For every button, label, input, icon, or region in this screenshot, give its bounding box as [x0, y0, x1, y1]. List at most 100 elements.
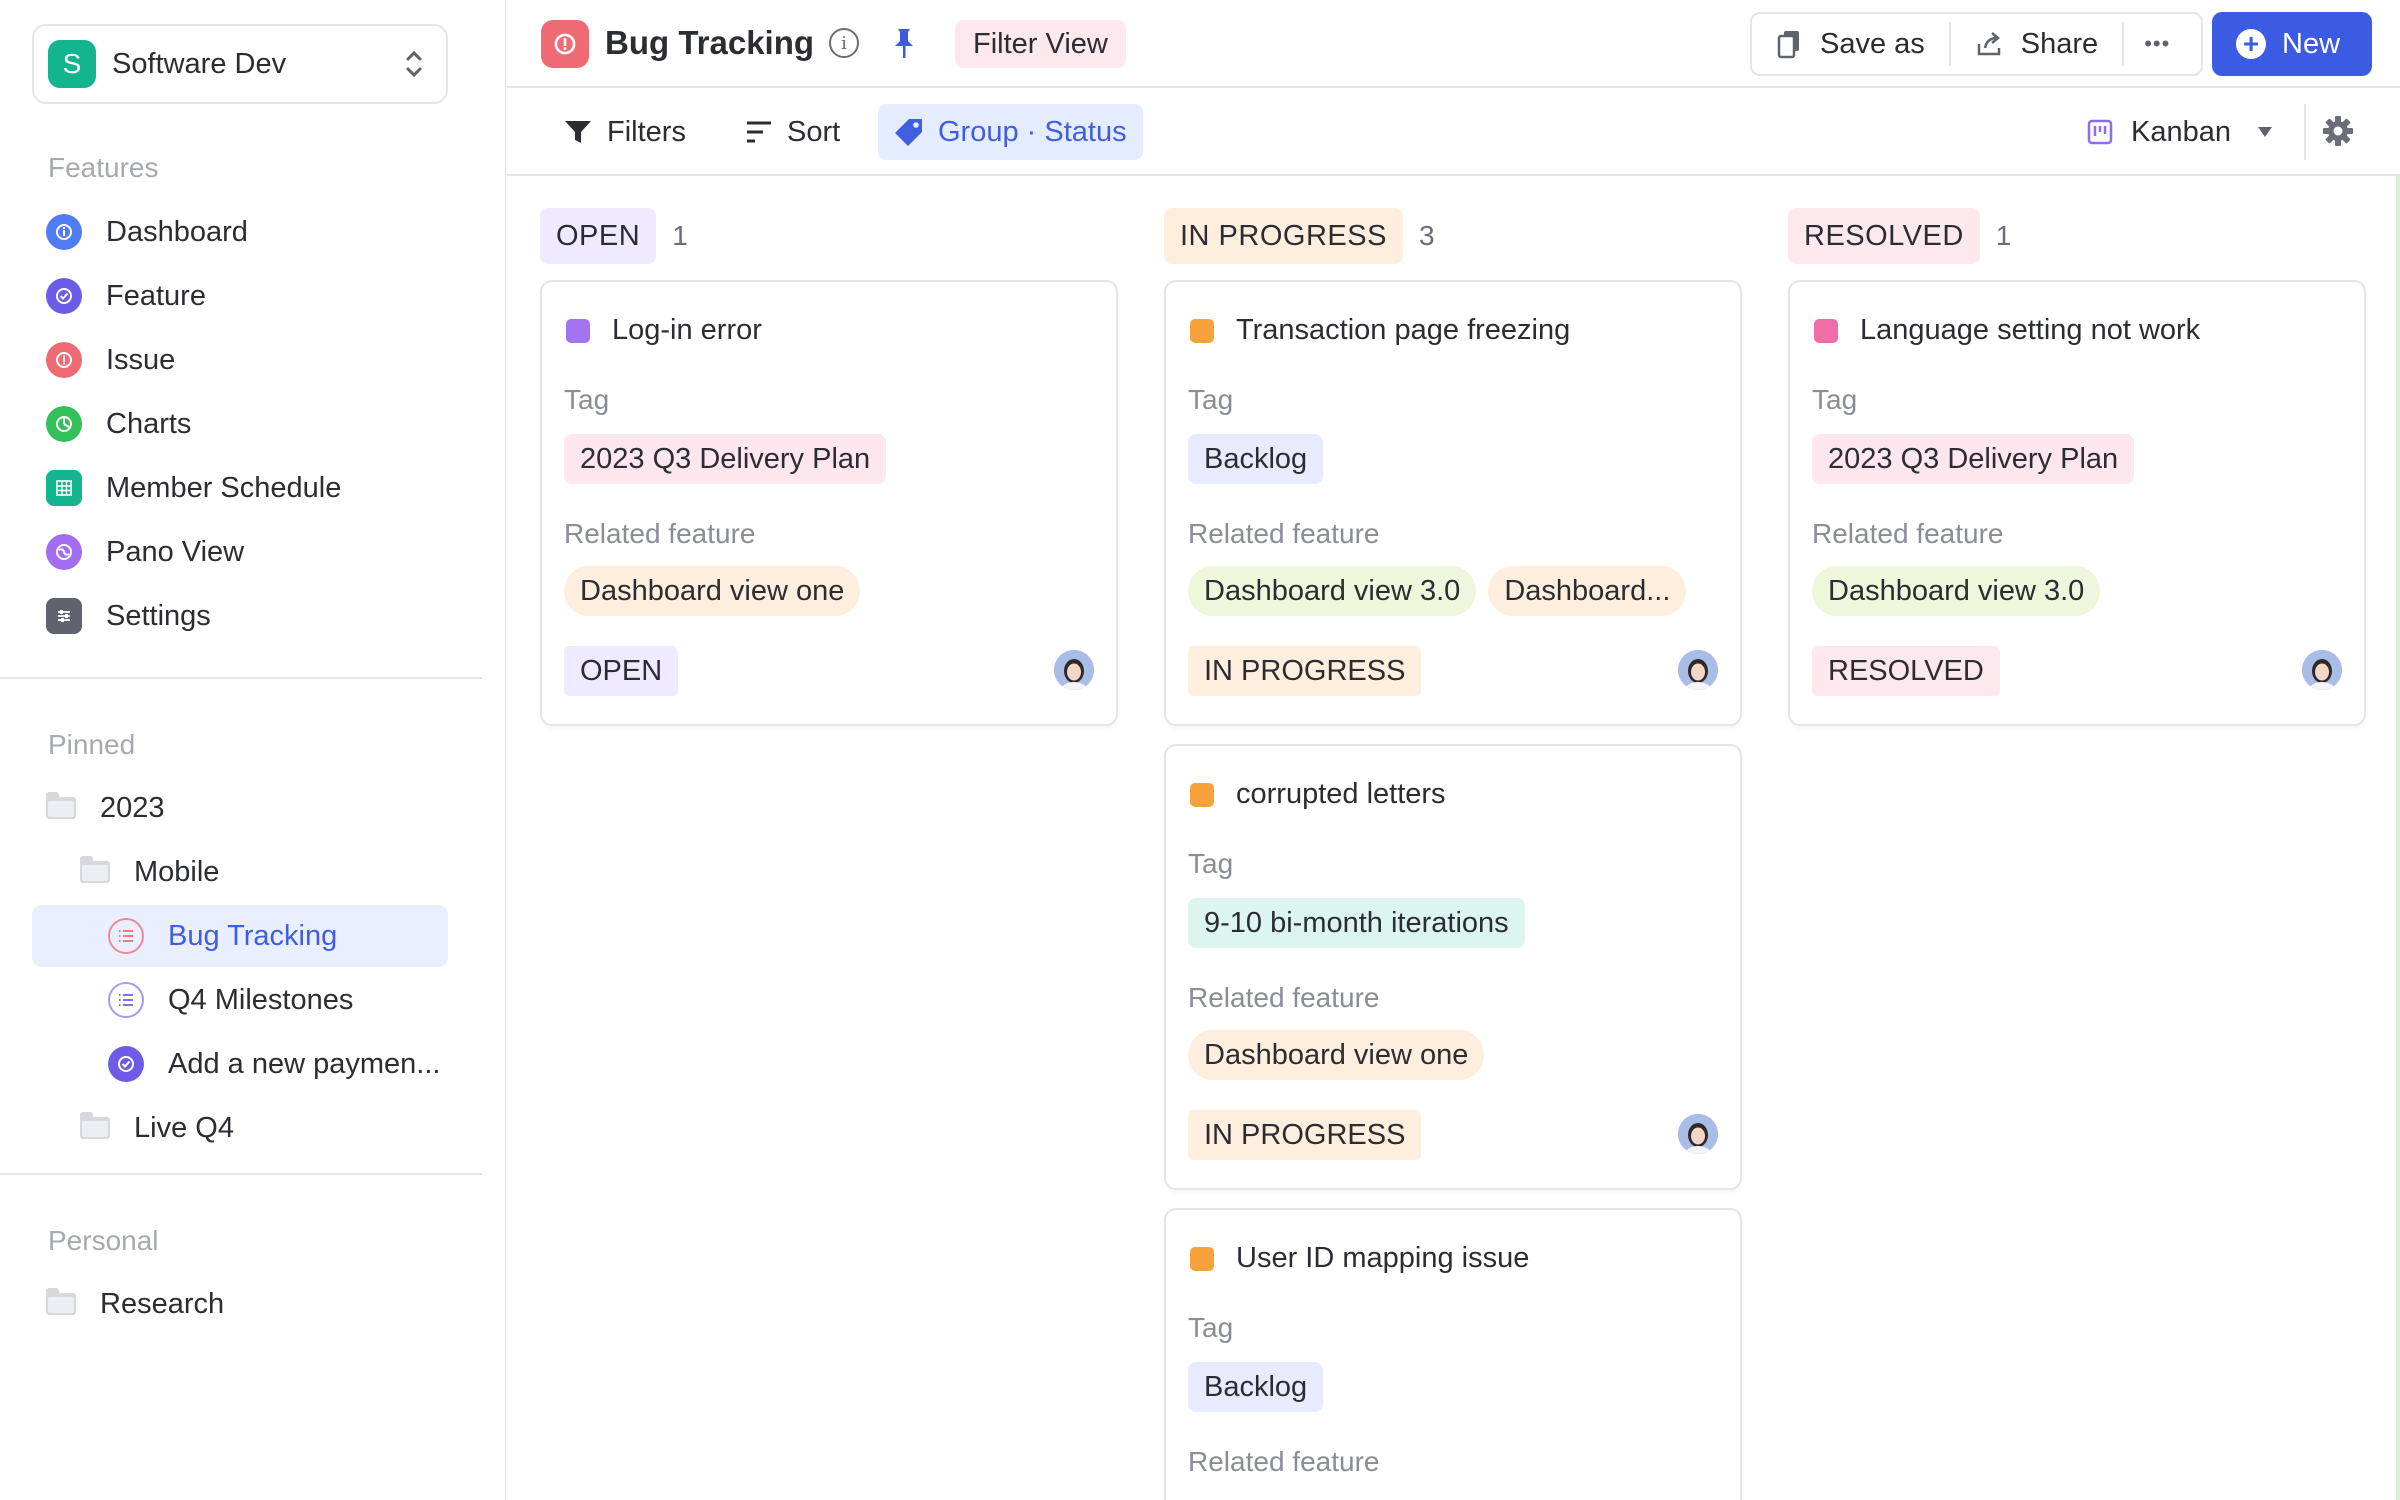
related-feature-chip[interactable]: Dashboard view one [564, 566, 861, 616]
sort-button[interactable]: Sort [729, 104, 856, 160]
issue-card[interactable]: User ID mapping issue Tag Backlog Relate… [1164, 1208, 1742, 1500]
workspace-switcher[interactable]: S Software Dev [32, 24, 448, 104]
more-options-button[interactable]: ••• [2124, 14, 2190, 74]
related-feature-chip[interactable]: Dashboard view 3.0 [1812, 566, 2101, 616]
sidebar-item-label: Live Q4 [134, 1111, 234, 1144]
tag-field-label: Tag [1188, 384, 1234, 415]
issue-card[interactable]: corrupted letters Tag 9-10 bi-month iter… [1164, 744, 1742, 1190]
tag-chip[interactable]: 2023 Q3 Delivery Plan [564, 434, 887, 484]
avatar[interactable] [1678, 1114, 1718, 1154]
folder-icon [80, 1112, 110, 1139]
tag-chips: Backlog [1188, 1362, 1324, 1412]
sidebar-item-issue[interactable]: Issue [32, 329, 448, 391]
feature-icon [108, 1046, 144, 1082]
sidebar-item-label: Dashboard [106, 215, 248, 248]
list-doc-icon [108, 982, 144, 1018]
status-color-dot [1190, 1246, 1214, 1271]
related-feature-label: Related feature [1188, 1446, 1380, 1477]
related-feature-label: Related feature [1812, 518, 2004, 549]
column-count: 1 [1995, 220, 2012, 251]
tag-chip[interactable]: Backlog [1188, 434, 1324, 484]
caret-down-icon [2257, 126, 2273, 138]
tag-chip[interactable]: 2023 Q3 Delivery Plan [1812, 434, 2135, 484]
sidebar-item-label: 2023 [100, 791, 165, 824]
sidebar-item-label: Q4 Milestones [168, 983, 354, 1016]
related-feature-chips: Dashboard view 3.0 [1812, 566, 2101, 616]
sidebar-item-settings[interactable]: Settings [32, 585, 448, 647]
sidebar-item-add-payment[interactable]: Add a new paymen... [32, 1033, 448, 1095]
view-type-label: Kanban [2131, 115, 2231, 148]
tag-chips: 2023 Q3 Delivery Plan [564, 434, 887, 484]
settings-icon [46, 598, 82, 634]
card-title: Language setting not work [1814, 314, 2200, 347]
sidebar-item-folder-research[interactable]: Research [32, 1273, 448, 1335]
sidebar-item-member-schedule[interactable]: Member Schedule [32, 457, 448, 519]
list-doc-icon [108, 918, 144, 954]
tag-chips: 9-10 bi-month iterations [1188, 898, 1525, 948]
card-title: User ID mapping issue [1190, 1242, 1529, 1275]
related-feature-label: Related feature [1188, 982, 1380, 1013]
related-feature-chip[interactable]: Dashboard... [1488, 566, 1687, 616]
sidebar-item-label: Research [100, 1287, 225, 1320]
info-icon[interactable]: i [829, 28, 859, 58]
chevron-up-down-icon [402, 46, 426, 82]
workspace-name: Software Dev [112, 47, 287, 80]
sidebar-item-bug-tracking[interactable]: Bug Tracking [32, 905, 448, 967]
sidebar-divider [0, 677, 482, 679]
plus-icon: + [2236, 29, 2266, 59]
sidebar-item-charts[interactable]: Charts [32, 393, 448, 455]
column-status-badge: OPEN [540, 208, 657, 264]
share-label: Share [2020, 27, 2099, 60]
filter-view-badge[interactable]: Filter View [955, 20, 1126, 68]
sidebar-item-feature[interactable]: Feature [32, 265, 448, 327]
avatar[interactable] [1678, 650, 1718, 690]
next-column-edge [2396, 176, 2400, 1500]
card-title-text: Language setting not work [1860, 314, 2201, 346]
schedule-icon [46, 470, 82, 506]
new-button-label: New [2282, 27, 2341, 60]
column-header: OPEN 1 [540, 208, 688, 264]
share-button[interactable]: Share [1951, 14, 2122, 74]
issue-icon [46, 342, 82, 378]
card-title-text: Transaction page freezing [1236, 314, 1571, 346]
issue-icon [541, 20, 589, 68]
pin-icon[interactable] [887, 26, 921, 62]
issue-card[interactable]: Transaction page freezing Tag Backlog Re… [1164, 280, 1742, 726]
sidebar-divider [0, 1173, 482, 1175]
sidebar-item-folder-2023[interactable]: 2023 [32, 777, 448, 839]
tag-chip[interactable]: 9-10 bi-month iterations [1188, 898, 1525, 948]
filters-label: Filters [607, 115, 686, 148]
status-color-dot [1190, 318, 1214, 343]
column-status-badge: IN PROGRESS [1164, 208, 1403, 264]
filter-icon [563, 118, 607, 146]
sidebar-item-folder-live-q4[interactable]: Live Q4 [32, 1097, 448, 1159]
gear-icon[interactable] [2321, 114, 2357, 150]
card-title: Transaction page freezing [1190, 314, 1570, 347]
copy-icon [1776, 29, 1802, 59]
sidebar-item-dashboard[interactable]: Dashboard [32, 201, 448, 263]
related-feature-label: Related feature [1188, 518, 1380, 549]
sidebar-item-pano-view[interactable]: Pano View [32, 521, 448, 583]
issue-card[interactable]: Log-in error Tag 2023 Q3 Delivery Plan R… [540, 280, 1118, 726]
page-header: Bug Tracking i Filter View Save as Share… [507, 0, 2400, 88]
related-feature-chip[interactable]: Dashboard view one [1188, 1030, 1485, 1080]
tag-chip[interactable]: Backlog [1188, 1362, 1324, 1412]
new-button[interactable]: + New [2212, 12, 2372, 76]
filters-button[interactable]: Filters [547, 104, 702, 160]
sidebar-item-folder-mobile[interactable]: Mobile [32, 841, 448, 903]
save-as-button[interactable]: Save as [1752, 14, 1949, 74]
card-title-text: User ID mapping issue [1236, 1242, 1530, 1274]
folder-icon [46, 792, 76, 819]
column-header: IN PROGRESS 3 [1164, 208, 1435, 264]
issue-card[interactable]: Language setting not work Tag 2023 Q3 De… [1788, 280, 2366, 726]
tag-field-label: Tag [564, 384, 610, 415]
related-feature-chip[interactable]: Dashboard view 3.0 [1188, 566, 1477, 616]
group-by-status-button[interactable]: Group · Status [878, 104, 1143, 160]
avatar[interactable] [2302, 650, 2342, 690]
features-section-title: Features [48, 152, 159, 183]
avatar[interactable] [1054, 650, 1094, 690]
sidebar-item-q4-milestones[interactable]: Q4 Milestones [32, 969, 448, 1031]
save-as-label: Save as [1820, 27, 1925, 60]
tag-icon [894, 117, 938, 147]
view-type-select[interactable]: Kanban [2087, 104, 2273, 160]
